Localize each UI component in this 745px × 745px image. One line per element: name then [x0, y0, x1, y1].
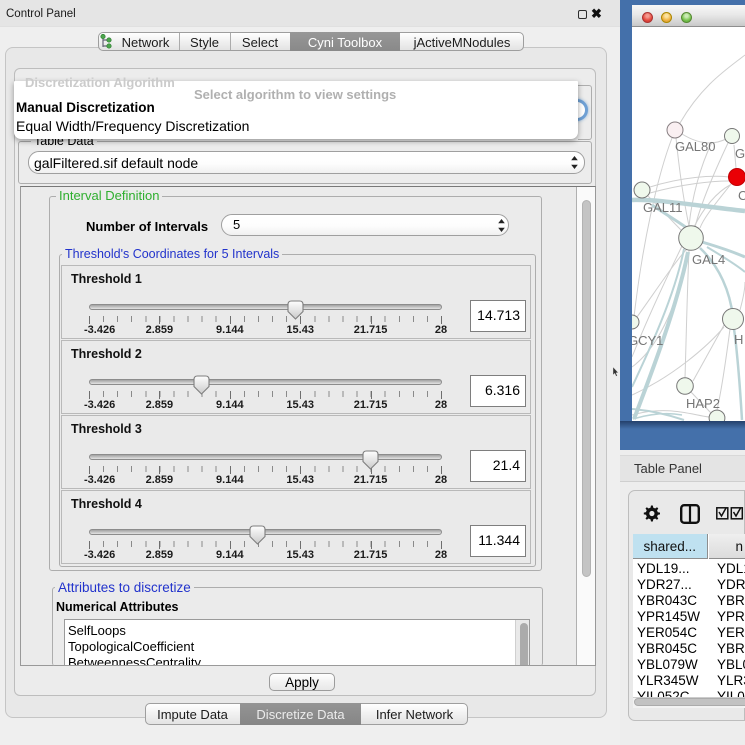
svg-text:G.: G. [735, 146, 745, 161]
svg-text:GAL80: GAL80 [675, 139, 715, 154]
svg-text:C: C [738, 188, 745, 203]
svg-text:GCY1: GCY1 [632, 333, 663, 348]
svg-text:H: H [734, 332, 743, 347]
svg-text:GAL4: GAL4 [692, 252, 725, 267]
svg-text:HAP2: HAP2 [686, 396, 720, 411]
svg-text:GAL11: GAL11 [643, 200, 683, 215]
